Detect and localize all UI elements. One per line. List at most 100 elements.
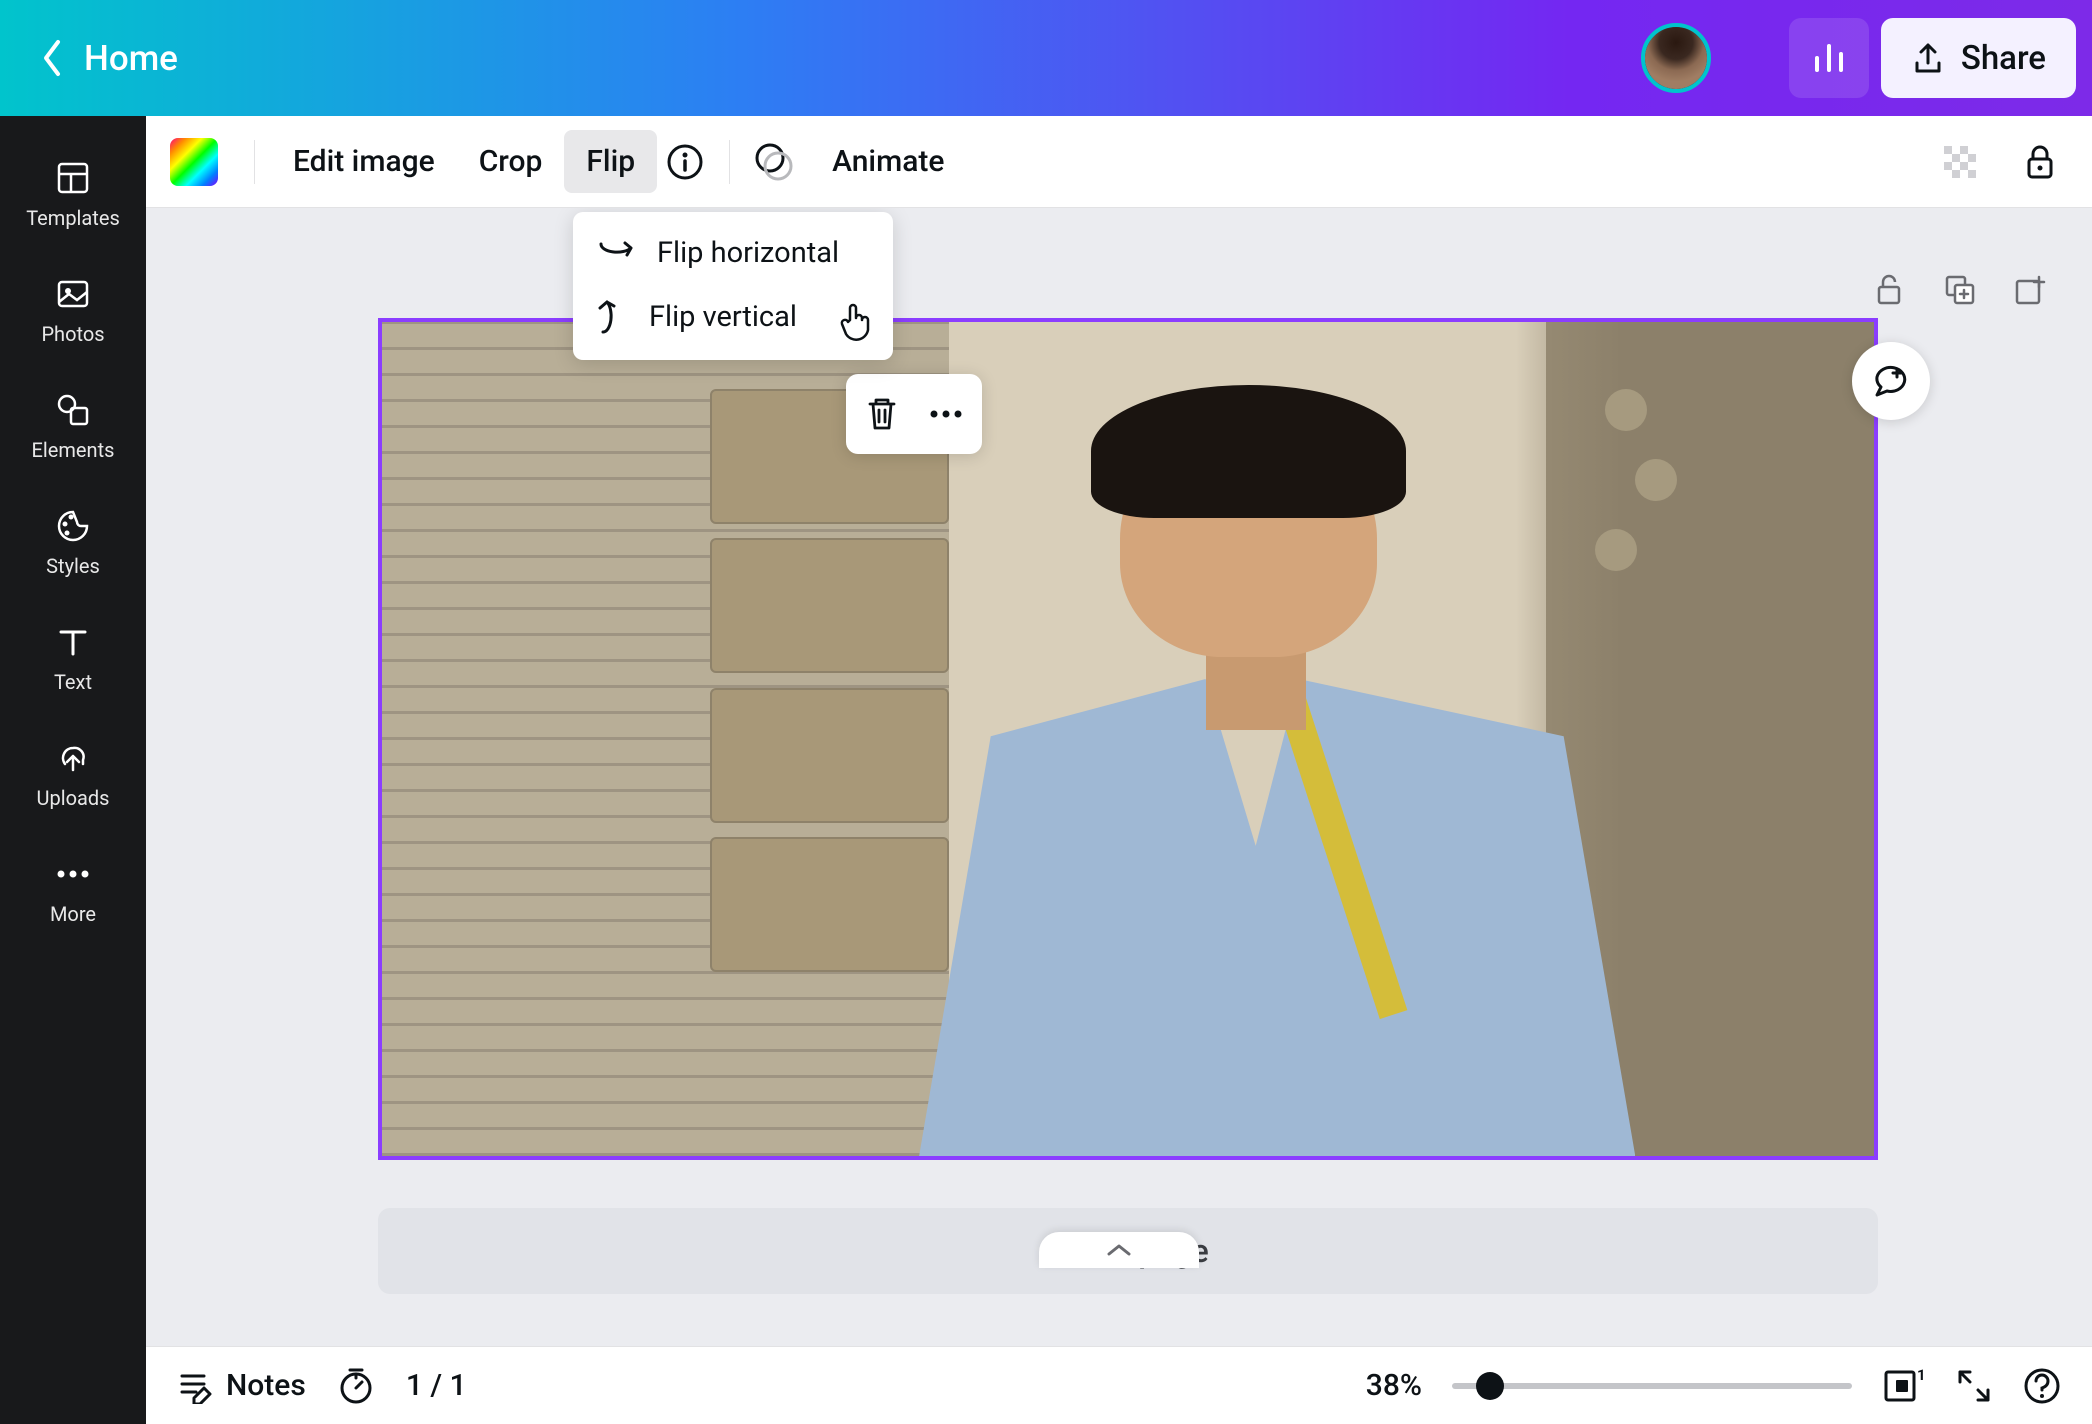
elements-icon <box>53 390 93 430</box>
canvas-area: Flip horizontal Flip vertical <box>146 208 2092 1346</box>
zoom-slider-handle[interactable] <box>1476 1372 1504 1400</box>
crop-button[interactable]: Crop <box>457 130 565 193</box>
insights-button[interactable] <box>1789 18 1869 98</box>
zoom-slider[interactable] <box>1452 1383 1852 1389</box>
add-member-button[interactable] <box>1705 18 1781 98</box>
flip-horizontal-label: Flip horizontal <box>657 236 839 270</box>
add-page-icon <box>2013 273 2047 307</box>
flip-horizontal-icon <box>597 238 635 268</box>
divider <box>729 140 730 184</box>
share-button[interactable]: Share <box>1881 18 2076 98</box>
dots-icon <box>926 408 966 420</box>
edit-image-button[interactable]: Edit image <box>271 130 457 193</box>
sidebar-item-elements[interactable]: Elements <box>0 368 146 484</box>
bottom-left: Notes 1 / 1 <box>176 1366 467 1406</box>
sidebar: Templates Photos Elements Styles Text <box>0 116 146 1424</box>
timer-icon <box>336 1366 376 1406</box>
info-button[interactable] <box>657 134 713 190</box>
notes-icon <box>176 1368 212 1404</box>
text-icon <box>53 622 93 662</box>
svg-text:1: 1 <box>1917 1366 1926 1384</box>
delete-element-button[interactable] <box>854 386 910 442</box>
sidebar-item-photos[interactable]: Photos <box>0 252 146 368</box>
color-picker-button[interactable] <box>170 138 218 186</box>
divider <box>254 140 255 184</box>
help-button[interactable] <box>2022 1366 2062 1406</box>
trash-icon <box>864 394 900 434</box>
sidebar-item-styles[interactable]: Styles <box>0 484 146 600</box>
home-link[interactable]: Home <box>84 38 178 79</box>
sidebar-label: Photos <box>41 322 104 346</box>
bottom-bar: Notes 1 / 1 38% 1 <box>146 1346 2092 1424</box>
notes-button[interactable]: Notes <box>176 1368 306 1404</box>
transparency-grid-button[interactable] <box>1932 134 1988 190</box>
toolbar-right <box>1932 134 2068 190</box>
sidebar-label: Text <box>54 670 92 694</box>
fullscreen-button[interactable] <box>1956 1368 1992 1404</box>
photos-icon <box>53 274 93 314</box>
duplicate-page-button[interactable] <box>1938 268 1982 312</box>
user-avatar[interactable] <box>1641 23 1711 93</box>
upload-icon <box>1911 41 1945 75</box>
animate-button[interactable]: Animate <box>810 130 966 193</box>
share-label: Share <box>1961 39 2046 78</box>
avatar-image <box>1645 27 1707 89</box>
back-button[interactable] <box>40 38 64 78</box>
app-header: Home Share <box>0 0 2092 116</box>
page-panel-handle[interactable] <box>1039 1232 1199 1268</box>
main-area: Templates Photos Elements Styles Text <box>0 116 2092 1424</box>
context-toolbar: Edit image Crop Flip Animate <box>146 116 2092 208</box>
page-controls <box>1868 268 2052 312</box>
toolbar-left: Edit image Crop Flip Animate <box>170 130 966 193</box>
sidebar-label: Styles <box>46 554 100 578</box>
flip-button[interactable]: Flip <box>564 130 657 193</box>
sidebar-item-templates[interactable]: Templates <box>0 136 146 252</box>
sidebar-label: Elements <box>32 438 115 462</box>
element-toolbar <box>846 374 982 454</box>
duplicate-icon <box>1943 273 1977 307</box>
unlock-icon <box>1873 273 1907 307</box>
canvas-page[interactable] <box>378 318 1878 1160</box>
circles-icon <box>753 141 795 183</box>
flip-horizontal-option[interactable]: Flip horizontal <box>573 222 893 284</box>
element-more-button[interactable] <box>918 386 974 442</box>
flip-vertical-label: Flip vertical <box>649 300 797 334</box>
zoom-percent[interactable]: 38% <box>1366 1368 1422 1403</box>
fullscreen-icon <box>1956 1368 1992 1404</box>
header-right: Share <box>1641 18 2076 98</box>
sidebar-item-uploads[interactable]: Uploads <box>0 716 146 832</box>
pages-icon: 1 <box>1882 1366 1926 1406</box>
sidebar-label: Uploads <box>37 786 110 810</box>
lock-icon <box>2021 143 2059 181</box>
comment-icon <box>1869 359 1913 403</box>
transparency-button[interactable] <box>746 134 802 190</box>
workspace: Edit image Crop Flip Animate <box>146 116 2092 1424</box>
uploads-icon <box>53 738 93 778</box>
sidebar-label: Templates <box>26 206 120 230</box>
bottom-right: 38% 1 <box>1366 1366 2062 1406</box>
sidebar-item-text[interactable]: Text <box>0 600 146 716</box>
notes-label: Notes <box>226 1368 306 1403</box>
help-icon <box>2022 1366 2062 1406</box>
selected-image[interactable] <box>382 322 1874 1156</box>
lock-button[interactable] <box>2012 134 2068 190</box>
flip-vertical-option[interactable]: Flip vertical <box>573 284 893 350</box>
sidebar-item-more[interactable]: More <box>0 832 146 948</box>
bar-chart-icon <box>1811 40 1847 76</box>
header-left: Home <box>40 38 178 79</box>
add-page-icon-button[interactable] <box>2008 268 2052 312</box>
grid-view-button[interactable]: 1 <box>1882 1366 1926 1406</box>
chevron-up-icon <box>1105 1242 1133 1258</box>
comment-button[interactable] <box>1852 342 1930 420</box>
timer-button[interactable] <box>336 1366 376 1406</box>
sidebar-label: More <box>50 902 96 926</box>
page-lock-button[interactable] <box>1868 268 1912 312</box>
info-icon <box>665 142 705 182</box>
flip-vertical-icon <box>597 298 627 336</box>
plus-icon <box>1733 41 1767 75</box>
transparency-icon <box>1940 142 1980 182</box>
page-indicator: 1 / 1 <box>406 1368 467 1403</box>
styles-icon <box>53 506 93 546</box>
templates-icon <box>53 158 93 198</box>
more-icon <box>53 854 93 894</box>
